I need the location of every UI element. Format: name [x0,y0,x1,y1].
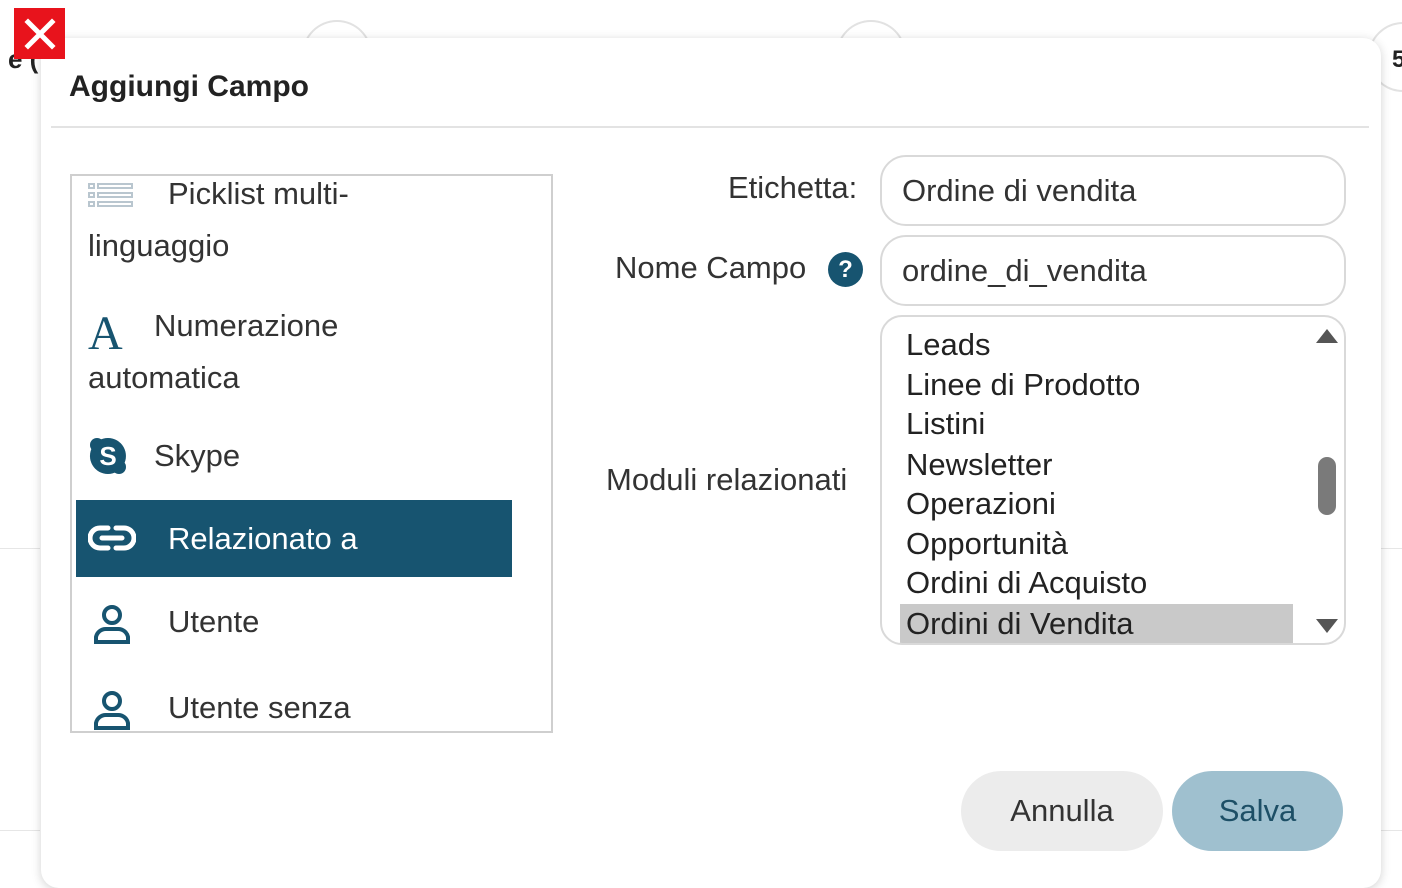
user-icon [92,604,132,644]
field-name-input[interactable]: ordine_di_vendita [880,235,1346,306]
help-icon[interactable]: ? [828,252,863,287]
background-divider [0,548,40,549]
module-option[interactable]: Ordini di Acquisto [900,563,1293,603]
field-type-label: Utente senza [168,690,351,725]
scroll-up-arrow-icon[interactable] [1316,329,1338,343]
scroll-down-arrow-icon[interactable] [552,708,553,722]
field-type-list[interactable]: Picklist multi- linguaggio A Numerazione… [70,174,553,733]
multi-list-icon [88,182,134,210]
save-button[interactable]: Salva [1172,771,1343,851]
close-icon [23,17,56,50]
related-modules-label: Moduli relazionati [606,462,848,497]
field-type-scrollbar[interactable] [548,176,553,731]
label-field-label: Etichetta: [728,170,858,205]
module-option[interactable]: Opportunità [900,524,1293,564]
field-type-label: Picklist multi- [168,176,349,211]
add-field-dialog: Aggiungi Campo Picklist multi- linguaggi… [41,38,1381,888]
field-type-related-to[interactable]: Relazionato a [76,500,512,577]
field-name-label: Nome Campo [615,250,807,285]
scroll-down-arrow-icon[interactable] [1316,619,1338,633]
field-type-skype[interactable]: S Skype [76,430,512,490]
dialog-title: Aggiungi Campo [69,70,309,103]
title-divider [51,126,1369,128]
field-type-label: Numerazione [154,308,339,343]
field-type-label: Relazionato a [168,521,358,556]
cancel-button[interactable]: Annulla [961,771,1163,851]
svg-text:S: S [99,441,116,471]
field-type-label: linguaggio [88,228,230,263]
field-type-auto-numbering[interactable]: A Numerazione automatica [76,300,512,430]
skype-icon: S [88,436,128,476]
scrollbar-thumb[interactable] [1318,457,1336,515]
letter-a-icon: A [88,307,123,360]
field-type-label: Skype [154,438,241,473]
module-option[interactable]: Listini [900,404,1293,444]
module-option[interactable]: Operazioni [900,484,1293,524]
background-divider [0,830,40,831]
background-step-number: 5 [1392,46,1402,73]
field-type-label: Utente [168,604,260,639]
module-option[interactable]: Leads [900,325,1293,365]
module-option[interactable]: Linee di Prodotto [900,365,1293,405]
module-option-selected[interactable]: Ordini di Vendita [900,604,1293,643]
field-type-multilang-picklist[interactable]: Picklist multi- linguaggio [76,176,512,298]
scroll-up-arrow-icon[interactable] [552,188,553,202]
user-icon [92,690,132,730]
background-divider [1380,548,1402,549]
field-type-label: automatica [88,360,240,395]
related-modules-select[interactable]: Leads Linee di Prodotto Listini Newslett… [880,315,1346,645]
label-input[interactable]: Ordine di vendita [880,155,1346,226]
field-type-user[interactable]: Utente [76,596,512,656]
link-icon [88,522,136,554]
module-option[interactable]: Newsletter [900,445,1293,485]
close-button[interactable] [14,8,65,59]
field-type-user-without[interactable]: Utente senza [76,682,512,731]
background-divider [1380,830,1402,831]
